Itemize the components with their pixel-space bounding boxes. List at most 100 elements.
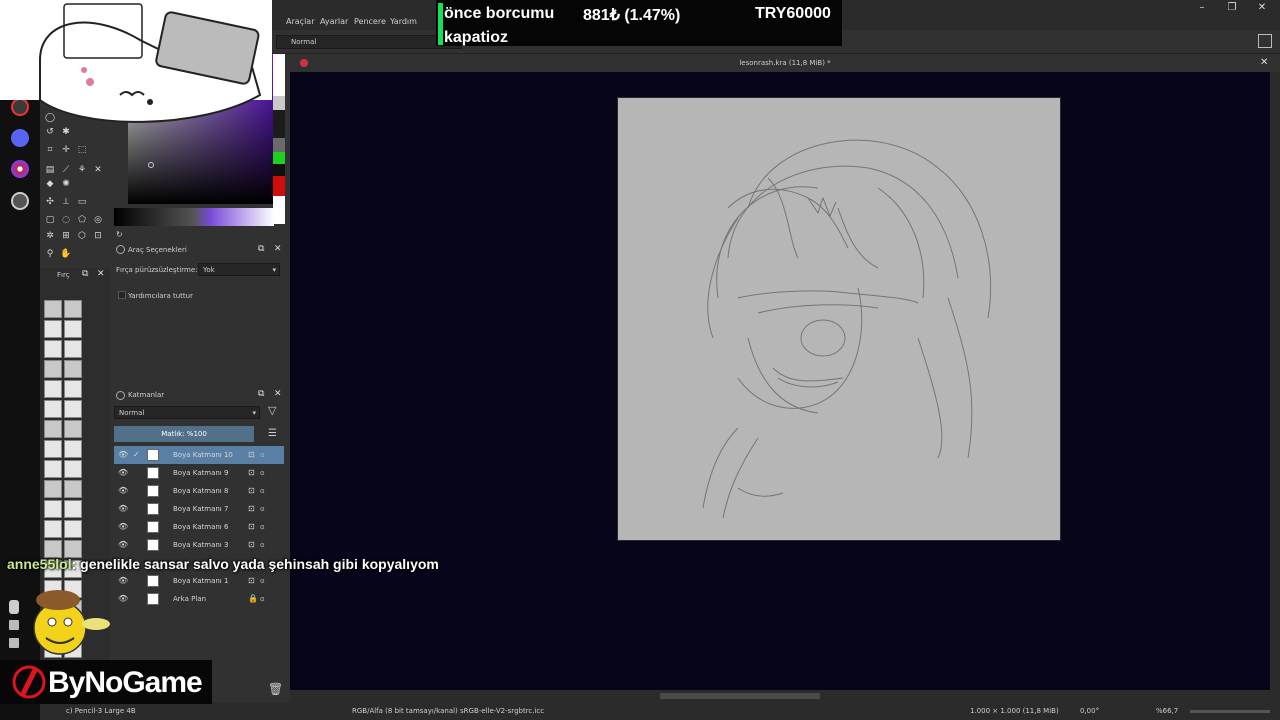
document-tab[interactable]: lesonrash.kra (11,8 MiB) * ✕ — [290, 54, 1280, 72]
color-gradient-bar[interactable] — [114, 208, 274, 226]
brush-preset[interactable] — [44, 400, 62, 418]
discord-icon[interactable] — [11, 129, 29, 147]
alpha-lock-icon[interactable]: α — [260, 572, 265, 590]
filter-icon[interactable]: ▽ — [268, 404, 276, 417]
close-icon[interactable]: ✕ — [1254, 2, 1270, 13]
obs-icon[interactable] — [11, 192, 29, 210]
layer-row[interactable]: 👁 Boya Katmanı 7 ⊡ α — [114, 500, 284, 518]
color-history-strip[interactable] — [273, 54, 285, 224]
ellipse-select-icon[interactable]: ◌ — [60, 214, 72, 226]
maximize-icon[interactable]: ❐ — [1224, 2, 1240, 13]
freehand-select-icon[interactable]: ◎ — [92, 214, 104, 226]
colorize-tool-icon[interactable]: ⚘ — [76, 164, 88, 176]
unlock-icon[interactable]: ⊡ — [248, 518, 255, 536]
brush-preset[interactable] — [44, 320, 62, 338]
magnetic-select-icon[interactable]: ⊡ — [92, 230, 104, 242]
brush-preset[interactable] — [64, 320, 82, 338]
layers-close-icon[interactable]: ✕ — [274, 389, 282, 399]
magic-select-icon[interactable]: ✲ — [44, 230, 56, 242]
visibility-eye-icon[interactable]: 👁 — [118, 446, 128, 464]
refresh-icon[interactable]: ↻ — [116, 230, 123, 239]
unlock-icon[interactable]: ⊡ — [248, 446, 255, 464]
assistant-tool-icon[interactable]: ✣ — [44, 196, 56, 208]
brush-preset[interactable] — [44, 360, 62, 378]
bezier-select-icon[interactable]: ⬡ — [76, 230, 88, 242]
brush-preset[interactable] — [44, 500, 62, 518]
visibility-eye-icon[interactable]: 👁 — [118, 500, 128, 518]
visibility-eye-icon[interactable]: 👁 — [118, 464, 128, 482]
status-zoom[interactable]: %66,7 — [1156, 707, 1178, 715]
poly-select-icon[interactable]: ⬠ — [76, 214, 88, 226]
pan-tool-icon[interactable]: ✋ — [60, 248, 72, 260]
pattern-tool-icon[interactable]: ✺ — [60, 178, 72, 190]
brush-preset[interactable] — [64, 500, 82, 518]
brush-preset[interactable] — [64, 420, 82, 438]
layers-float-icon[interactable]: ⧉ — [258, 389, 264, 399]
close-document-icon[interactable]: ✕ — [1260, 57, 1268, 68]
unlock-icon[interactable]: ⊡ — [248, 500, 255, 518]
brush-preset[interactable] — [44, 380, 62, 398]
transform-tool-icon[interactable]: ⬚ — [76, 144, 88, 156]
unlock-icon[interactable]: ⊡ — [248, 536, 255, 554]
minimize-icon[interactable]: – — [1194, 2, 1210, 13]
layer-opacity-slider[interactable]: Matlık: %100 — [114, 426, 254, 442]
alpha-lock-icon[interactable]: α — [260, 464, 265, 482]
panel-toggle-icon[interactable] — [1258, 34, 1272, 48]
brush-preset[interactable] — [64, 400, 82, 418]
delete-layer-icon[interactable]: 🗑 — [268, 682, 283, 696]
krita-icon[interactable] — [11, 160, 29, 178]
brush-preset[interactable] — [64, 360, 82, 378]
horizontal-scroll-thumb[interactable] — [660, 693, 820, 699]
unlock-icon[interactable]: ⊡ — [248, 572, 255, 590]
close-panel-icon[interactable]: ✕ — [274, 244, 282, 254]
menu-tools[interactable]: Araçlar — [286, 17, 314, 26]
alpha-lock-icon[interactable]: α — [260, 446, 265, 464]
zoom-slider[interactable] — [1190, 710, 1270, 713]
similar-select-icon[interactable]: ⊞ — [60, 230, 72, 242]
visibility-eye-icon[interactable]: 👁 — [118, 518, 128, 536]
layer-blend-select[interactable]: Normal — [114, 406, 260, 419]
brush-preset[interactable] — [44, 440, 62, 458]
assistant-checkbox[interactable] — [118, 291, 126, 299]
alpha-lock-icon[interactable]: α — [260, 536, 265, 554]
move-tool-icon[interactable]: ✛ — [60, 144, 72, 156]
rect-select-icon[interactable]: ▢ — [44, 214, 56, 226]
visibility-eye-icon[interactable]: 👁 — [118, 572, 128, 590]
status-rotation[interactable]: 0,00° — [1080, 707, 1099, 715]
brush-preset[interactable] — [64, 440, 82, 458]
vertical-scrollbar[interactable] — [1270, 72, 1280, 690]
layer-row[interactable]: 👁 Arka Plan 🔒 α — [114, 590, 284, 608]
brush-preset[interactable] — [44, 480, 62, 498]
eyedropper-tool-icon[interactable]: ⟋ — [60, 164, 72, 176]
brush-preset[interactable] — [44, 420, 62, 438]
measure-tool-icon[interactable]: ⟂ — [60, 196, 72, 208]
alpha-lock-icon[interactable]: α — [260, 590, 265, 608]
layer-row[interactable]: 👁 Boya Katmanı 9 ⊡ α — [114, 464, 284, 482]
alpha-lock-icon[interactable]: α — [260, 482, 265, 500]
brush-preset[interactable] — [64, 460, 82, 478]
color-picker-handle[interactable] — [148, 162, 154, 168]
float-panel-icon[interactable]: ⧉ — [258, 244, 264, 254]
smoothing-select[interactable]: Yok — [198, 263, 280, 276]
horizontal-scrollbar[interactable] — [290, 690, 1280, 702]
visibility-eye-icon[interactable]: 👁 — [118, 590, 128, 608]
zoom-tool-icon[interactable]: ⚲ — [44, 248, 56, 260]
reference-tool-icon[interactable]: ▭ — [76, 196, 88, 208]
visibility-eye-icon[interactable]: 👁 — [118, 482, 128, 500]
brush-preset[interactable] — [64, 340, 82, 358]
brush-float-icon[interactable]: ⧉ — [82, 269, 88, 279]
brush-preset[interactable] — [44, 520, 62, 538]
mic-icon[interactable] — [9, 600, 19, 614]
brush-preset[interactable] — [44, 460, 62, 478]
blend-mode-select[interactable]: Normal — [276, 35, 462, 49]
brush-preset[interactable] — [64, 480, 82, 498]
menu-help[interactable]: Yardım — [390, 17, 417, 26]
lock-icon[interactable]: 🔒 — [248, 590, 258, 608]
brush-preset[interactable] — [64, 300, 82, 318]
brush-preset[interactable] — [44, 300, 62, 318]
gradient-tool-icon[interactable]: ▤ — [44, 164, 56, 176]
layer-row[interactable]: 👁 Boya Katmanı 6 ⊡ α — [114, 518, 284, 536]
speaker-icon[interactable] — [9, 620, 19, 630]
menu-window[interactable]: Pencere — [354, 17, 386, 26]
layer-row[interactable]: 👁 Boya Katmanı 3 ⊡ α — [114, 536, 284, 554]
